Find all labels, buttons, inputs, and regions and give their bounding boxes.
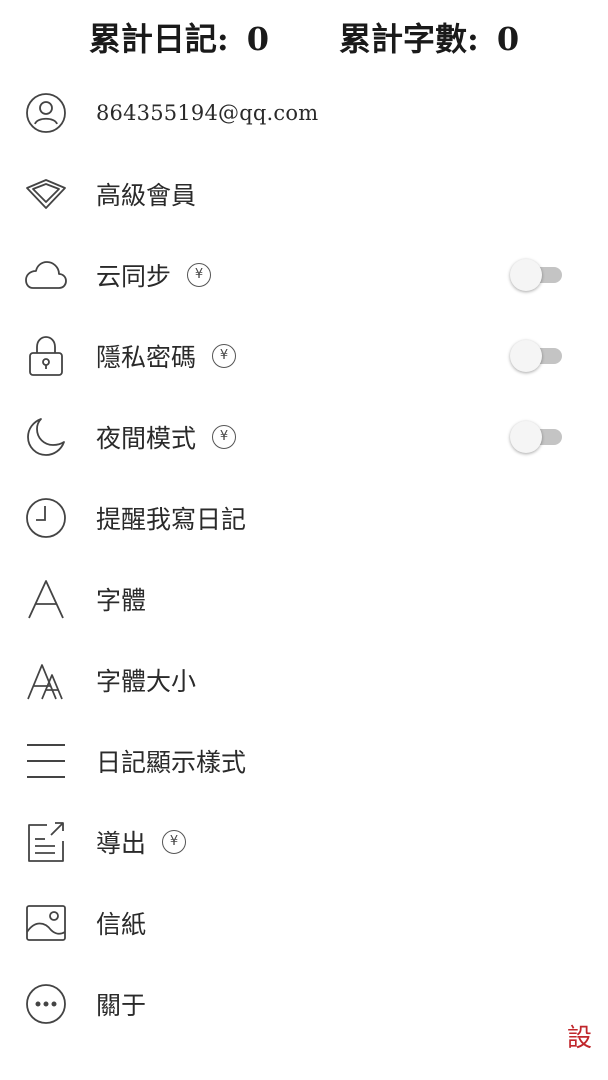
- night-mode-toggle[interactable]: [510, 420, 562, 454]
- diamond-icon: [24, 172, 68, 216]
- account-email: 864355194@qq.com: [96, 100, 319, 125]
- font-label: 字體: [96, 585, 147, 615]
- privacy-password-text: 隱私密碼: [96, 342, 197, 372]
- privacy-password-label: 隱私密碼 ¥: [96, 338, 237, 374]
- cloud-sync-toggle[interactable]: [510, 258, 562, 292]
- cloud-sync-label: 云同步 ¥: [96, 257, 212, 293]
- menu-item-account[interactable]: 864355194@qq.com: [0, 72, 608, 153]
- more-icon: [24, 982, 68, 1026]
- night-mode-label: 夜間模式 ¥: [96, 419, 237, 455]
- image-icon: [24, 901, 68, 945]
- yen-badge-icon: ¥: [212, 343, 237, 368]
- font-icon: [24, 577, 68, 621]
- diary-count-label: 累計日記:: [88, 20, 229, 58]
- menu-item-stationery[interactable]: 信紙: [0, 882, 608, 963]
- display-style-label: 日記顯示樣式: [96, 747, 247, 777]
- word-count-label: 累計字數:: [339, 20, 479, 58]
- premium-label: 高級會員: [96, 180, 197, 210]
- about-label: 關于: [96, 990, 147, 1020]
- menu-item-premium[interactable]: 高級會員: [0, 153, 608, 234]
- font-size-label: 字體大小: [96, 666, 197, 696]
- menu-item-font[interactable]: 字體: [0, 558, 608, 639]
- settings-menu: 864355194@qq.com 高級會員 云同步 ¥ 隱私密碼 ¥ 夜間模式 …: [0, 72, 608, 1044]
- export-label: 導出 ¥: [96, 824, 187, 860]
- user-icon: [24, 91, 68, 135]
- yen-badge-icon: ¥: [187, 262, 212, 287]
- word-count-value: 0: [496, 20, 520, 58]
- yen-badge-icon: ¥: [212, 424, 237, 449]
- night-mode-text: 夜間模式: [96, 423, 197, 453]
- menu-lines-icon: [24, 739, 68, 783]
- clock-icon: [24, 496, 68, 540]
- menu-item-about[interactable]: 關于: [0, 963, 608, 1044]
- menu-item-night-mode[interactable]: 夜間模式 ¥: [0, 396, 608, 477]
- toggle-knob: [510, 339, 542, 372]
- menu-item-reminder[interactable]: 提醒我寫日記: [0, 477, 608, 558]
- export-text: 導出: [96, 828, 147, 858]
- menu-item-display-style[interactable]: 日記顯示樣式: [0, 720, 608, 801]
- moon-icon: [24, 415, 68, 459]
- diary-count-stat: 累計日記: 0: [89, 14, 269, 64]
- font-size-icon: [24, 658, 68, 702]
- privacy-password-toggle[interactable]: [510, 339, 562, 373]
- menu-item-export[interactable]: 導出 ¥: [0, 801, 608, 882]
- diary-count-value: 0: [246, 20, 269, 58]
- toggle-knob: [510, 258, 542, 291]
- toggle-knob: [510, 420, 542, 453]
- stationery-label: 信紙: [96, 909, 147, 939]
- export-icon: [24, 820, 68, 864]
- word-count-stat: 累計字數: 0: [339, 14, 519, 64]
- settings-tab[interactable]: 設: [567, 1018, 592, 1054]
- stats-header: 累計日記: 0 累計字數: 0: [0, 14, 608, 64]
- cloud-icon: [24, 253, 68, 297]
- menu-item-cloud-sync[interactable]: 云同步 ¥: [0, 234, 608, 315]
- yen-badge-icon: ¥: [162, 829, 187, 854]
- reminder-label: 提醒我寫日記: [96, 504, 247, 534]
- lock-icon: [24, 334, 68, 378]
- menu-item-font-size[interactable]: 字體大小: [0, 639, 608, 720]
- cloud-sync-text: 云同步: [96, 261, 172, 291]
- menu-item-privacy-password[interactable]: 隱私密碼 ¥: [0, 315, 608, 396]
